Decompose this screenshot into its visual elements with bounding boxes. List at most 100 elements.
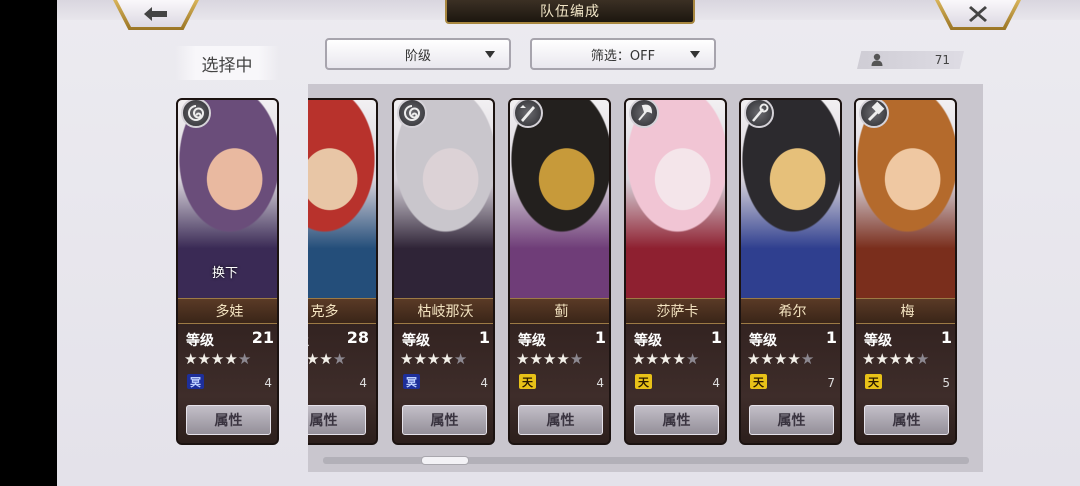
blade-class-icon xyxy=(513,100,543,128)
unit-name: 梅 xyxy=(856,298,955,324)
attribute-button[interactable]: 属性 xyxy=(864,405,949,435)
close-icon xyxy=(969,5,987,22)
unit-card[interactable]: 莎萨卡 等级 1 ★★★★★ 天 4 属性 xyxy=(624,98,727,445)
filter-dropdown[interactable]: 筛选：OFF xyxy=(530,38,716,70)
star-icon: ★ xyxy=(332,350,347,368)
unit-name: 蓟 xyxy=(510,298,609,324)
cost-value: 4 xyxy=(712,376,720,390)
unit-stats: 等级 21 ★★★★★ 冥 4 属性 xyxy=(178,324,277,443)
person-icon xyxy=(871,53,883,66)
unit-card[interactable]: 枯岐那沃 等级 1 ★★★★★ 冥 4 属性 xyxy=(392,98,495,445)
level-value: 28 xyxy=(346,328,369,347)
unit-card[interactable]: 希尔等级 1 ★★★★★ 天 7 属性 xyxy=(739,98,842,445)
unit-card[interactable]: 换下 多娃 等级 21 ★★★★★ 冥 4 属性 xyxy=(176,98,279,445)
star-icon: ★ xyxy=(400,350,414,368)
level-label: 等级 xyxy=(402,333,430,349)
scrollbar-thumb[interactable] xyxy=(421,456,469,465)
star-icon: ★ xyxy=(672,350,686,368)
unit-stats: 等级 1 ★★★★★ 天 5 属性 xyxy=(856,324,955,443)
star-icon: ★ xyxy=(556,350,570,368)
star-icon: ★ xyxy=(308,350,319,368)
attribute-button[interactable]: 属性 xyxy=(402,405,487,435)
level-label: 等级 xyxy=(634,333,662,349)
star-icon: ★ xyxy=(542,350,557,368)
cost-value: 7 xyxy=(827,376,835,390)
spiral-class-icon xyxy=(181,100,211,128)
level-value: 1 xyxy=(478,328,490,347)
attribute-button[interactable]: 属性 xyxy=(186,405,271,435)
star-rating: ★★★★★ xyxy=(308,350,346,368)
level-label: 等级 xyxy=(518,333,546,349)
attribute-button[interactable]: 属性 xyxy=(749,405,834,435)
unit-portrait xyxy=(856,100,955,298)
level-label: 等级 xyxy=(749,333,777,349)
selecting-label: 选择中 xyxy=(175,46,279,80)
arrow-left-icon xyxy=(144,6,167,21)
unit-card[interactable]: 梅等级 1 ★★★★★ 天 5 属性 xyxy=(854,98,957,445)
star-icon: ★ xyxy=(875,350,889,368)
star-icon: ★ xyxy=(516,350,530,368)
swap-out-label: 换下 xyxy=(212,266,239,281)
star-icon: ★ xyxy=(413,350,427,368)
attribute-button[interactable]: 属性 xyxy=(634,405,719,435)
level-label: 等级 xyxy=(864,333,892,349)
star-icon: ★ xyxy=(569,350,584,368)
star-icon: ★ xyxy=(773,350,788,368)
star-rating: ★★★★★ xyxy=(632,350,699,368)
unit-count-badge: 71 xyxy=(857,51,964,69)
unit-stats: 等级 1 ★★★★★ 冥 4 属性 xyxy=(394,324,493,443)
cost-value: 4 xyxy=(596,376,604,390)
level-value: 1 xyxy=(825,328,837,347)
star-icon: ★ xyxy=(197,350,211,368)
unit-stats: 等级 1 ★★★★★ 天 4 属性 xyxy=(510,324,609,443)
star-rating: ★★★★★ xyxy=(747,350,814,368)
unit-name: 多娃 xyxy=(178,298,277,324)
star-icon: ★ xyxy=(237,350,252,368)
star-icon: ★ xyxy=(319,350,333,368)
team-formation-screen: 队伍编成 选择中 阶级 筛选：OFF 71 换下 多娃 等级 21 ★★★★★ 冥 4 属性克… xyxy=(57,0,1080,486)
unit-card[interactable]: 克多等级28★★★★★冥4属性 xyxy=(308,98,378,445)
unit-name: 莎萨卡 xyxy=(626,298,725,324)
hammer-class-icon xyxy=(859,100,889,128)
page-title: 队伍编成 xyxy=(445,0,695,24)
left-black-bar xyxy=(0,0,57,486)
cost-value: 4 xyxy=(480,376,488,390)
star-icon: ★ xyxy=(915,350,930,368)
level-label: 等级 xyxy=(186,333,214,349)
unit-portrait xyxy=(741,100,840,298)
close-button[interactable] xyxy=(935,0,1021,30)
rank-sort-label: 阶级 xyxy=(404,48,431,64)
star-rating: ★★★★★ xyxy=(184,350,251,368)
star-icon: ★ xyxy=(453,350,468,368)
star-icon: ★ xyxy=(888,350,903,368)
axe-class-icon xyxy=(629,100,659,128)
attribute-badge: 天 xyxy=(635,374,652,389)
attribute-button[interactable]: 属性 xyxy=(518,405,603,435)
rank-sort-dropdown[interactable]: 阶级 xyxy=(325,38,511,70)
star-icon: ★ xyxy=(184,350,198,368)
star-icon: ★ xyxy=(787,350,801,368)
unit-portrait xyxy=(626,100,725,298)
unit-name: 希尔 xyxy=(741,298,840,324)
unit-portrait xyxy=(394,100,493,298)
unit-name: 克多 xyxy=(308,298,376,324)
unit-card[interactable]: 蓟等级 1 ★★★★★ 天 4 属性 xyxy=(508,98,611,445)
attribute-badge: 天 xyxy=(750,374,767,389)
filter-label: 筛选：OFF xyxy=(590,48,656,64)
cost-value: 4 xyxy=(264,376,272,390)
scrollbar-track[interactable] xyxy=(323,457,969,464)
back-button[interactable] xyxy=(113,0,199,30)
star-icon: ★ xyxy=(760,350,774,368)
unit-stats: 等级 1 ★★★★★ 天 7 属性 xyxy=(741,324,840,443)
cost-value: 5 xyxy=(942,376,950,390)
star-icon: ★ xyxy=(658,350,673,368)
star-icon: ★ xyxy=(747,350,761,368)
unit-portrait xyxy=(510,100,609,298)
star-icon: ★ xyxy=(224,350,238,368)
unit-stats: 等级28★★★★★冥4属性 xyxy=(308,324,376,443)
attribute-badge: 冥 xyxy=(187,374,204,389)
star-rating: ★★★★★ xyxy=(862,350,929,368)
attribute-button[interactable]: 属性 xyxy=(308,405,366,435)
cost-value: 4 xyxy=(359,376,367,390)
star-icon: ★ xyxy=(529,350,543,368)
